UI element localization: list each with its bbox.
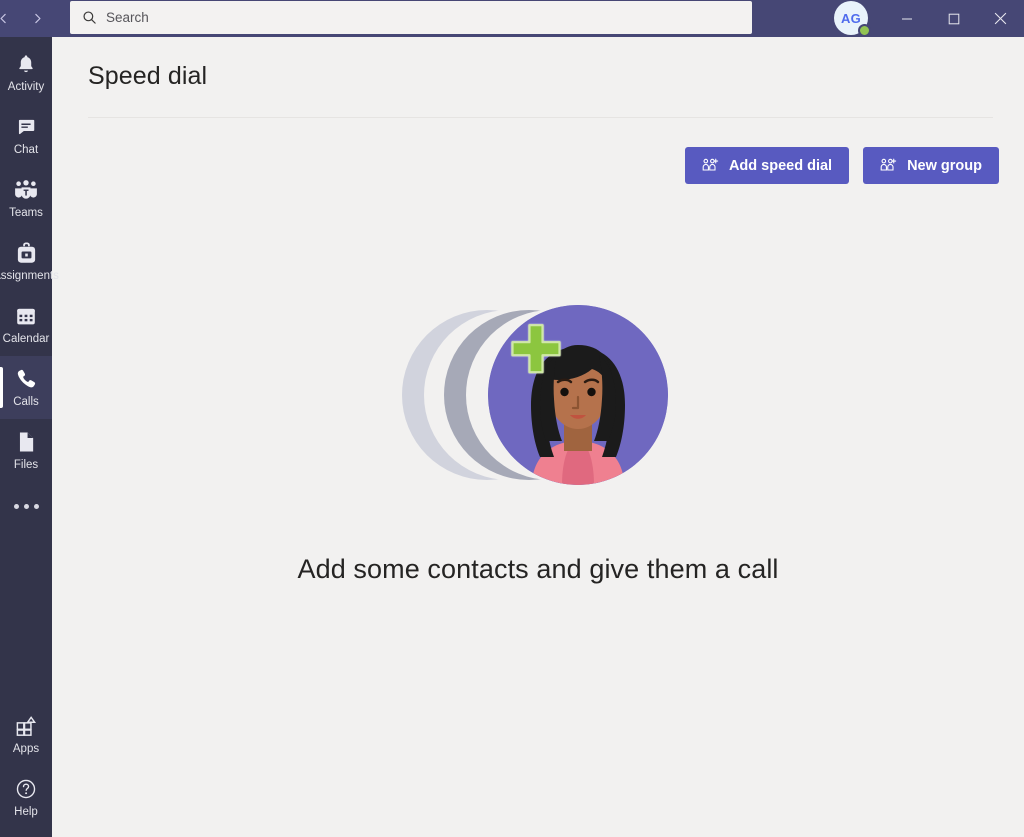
- new-group-button[interactable]: New group: [863, 147, 999, 184]
- sidebar-item-label: Activity: [7, 81, 45, 93]
- backpack-icon: [16, 240, 37, 266]
- add-speed-dial-button[interactable]: Add speed dial: [684, 147, 850, 184]
- avatar[interactable]: AG: [834, 1, 871, 37]
- add-person-icon: [702, 157, 719, 174]
- sidebar-item-calls[interactable]: Calls: [0, 356, 52, 419]
- sidebar-item-label: Calls: [13, 396, 39, 408]
- contacts-avatars-illustration: [402, 302, 674, 492]
- bell-icon: [15, 51, 37, 77]
- sidebar-item-label: Chat: [13, 144, 39, 156]
- sidebar-item-help[interactable]: Help: [0, 766, 52, 829]
- sidebar-item-activity[interactable]: Activity: [0, 41, 52, 104]
- add-plus-icon: [511, 324, 561, 374]
- add-person-icon: [880, 157, 897, 174]
- sidebar-item-label: Teams: [9, 207, 43, 219]
- window-controls: [883, 0, 1024, 37]
- sidebar-item-files[interactable]: Files: [0, 419, 52, 482]
- button-label: Add speed dial: [728, 157, 833, 174]
- sidebar-item-calendar[interactable]: Calendar: [0, 293, 52, 356]
- search-bar[interactable]: [70, 1, 752, 34]
- teams-icon: [14, 177, 38, 203]
- help-icon: [15, 776, 37, 802]
- close-button[interactable]: [977, 0, 1024, 37]
- apps-icon: [15, 713, 37, 739]
- title-bar: AG: [0, 0, 1024, 37]
- teams-window: AG: [0, 0, 1024, 837]
- action-bar: Add speed dial New group: [684, 147, 999, 184]
- search-icon: [82, 10, 97, 25]
- presence-badge: [858, 24, 871, 37]
- button-label: New group: [907, 157, 982, 174]
- search-input[interactable]: [106, 6, 706, 29]
- sidebar-item-label: Apps: [12, 743, 40, 755]
- app-sidebar: Activity Chat Teams ssignments Calendar …: [0, 37, 59, 837]
- sidebar-item-apps[interactable]: Apps: [0, 703, 52, 766]
- empty-state: Add some contacts and give them a call: [52, 302, 1024, 585]
- calendar-icon: [15, 303, 37, 329]
- forward-arrow-icon[interactable]: [20, 3, 54, 35]
- minimize-button[interactable]: [883, 0, 930, 37]
- page-title: Speed dial: [88, 62, 208, 90]
- front-avatar-circle: [488, 305, 668, 485]
- ellipsis-icon: [13, 493, 39, 519]
- sidebar-item-label: Help: [14, 806, 38, 818]
- chat-icon: [15, 114, 37, 140]
- phone-icon: [15, 366, 37, 392]
- back-arrow-icon[interactable]: [0, 3, 20, 35]
- title-divider: [88, 117, 993, 118]
- main-content: Speed dial Add speed dial New group Add …: [52, 37, 1024, 837]
- sidebar-item-label: Calendar: [2, 333, 50, 345]
- sidebar-more-options[interactable]: [0, 482, 52, 530]
- maximize-button[interactable]: [930, 0, 977, 37]
- sidebar-bottom-section: Apps Help: [0, 703, 52, 829]
- sidebar-item-chat[interactable]: Chat: [0, 104, 52, 167]
- sidebar-item-label: Files: [13, 459, 39, 471]
- sidebar-item-teams[interactable]: Teams: [0, 167, 52, 230]
- navigation-arrows: [0, 0, 56, 37]
- sidebar-item-assignments[interactable]: Assignments: [0, 230, 59, 293]
- sidebar-item-label: Assignments: [0, 270, 59, 282]
- file-icon: [16, 429, 36, 455]
- empty-state-heading: Add some contacts and give them a call: [297, 554, 779, 584]
